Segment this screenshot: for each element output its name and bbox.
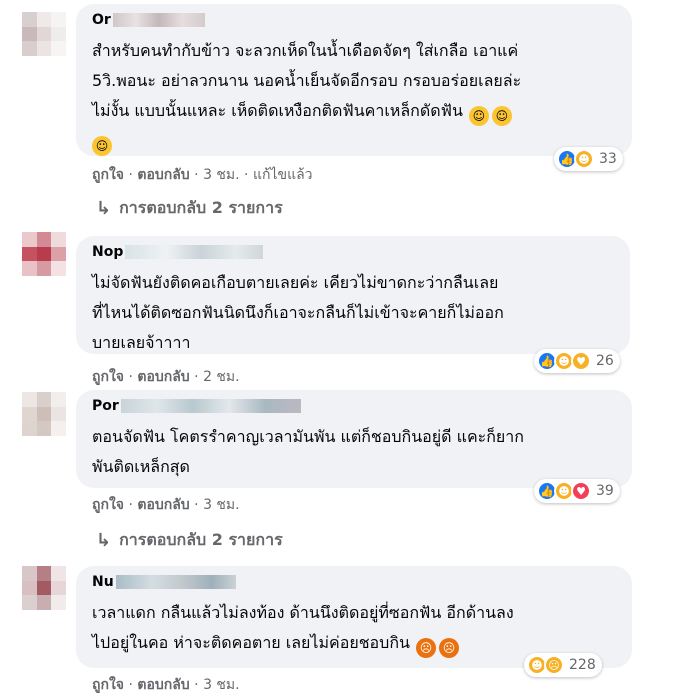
reply-arrow-icon: ↳	[96, 530, 112, 551]
avatar[interactable]	[22, 232, 66, 276]
blurred-name	[125, 245, 264, 259]
like-button[interactable]: ถูกใจ	[92, 369, 124, 385]
commenter-name[interactable]: Nu	[92, 574, 236, 590]
comment-bubble: Por ตอนจัดฟัน โคตรรำคาญเวลามันพัน แต่ก็ช…	[76, 390, 632, 488]
avatar[interactable]	[22, 392, 66, 436]
timestamp[interactable]: 3 ชม.	[203, 677, 240, 693]
comment-actions: ถูกใจ · ตอบกลับ · 3 ชม.	[92, 497, 240, 513]
comment-text: ไม่จัดฟันยังติดคอเกือบตายเลยค่ะ เคียวไม่…	[92, 273, 504, 352]
reply-button[interactable]: ตอบกลับ	[137, 677, 189, 693]
grinning-face-emoji: ☺	[491, 106, 512, 126]
reply-button[interactable]: ตอบกลับ	[137, 167, 189, 183]
commenter-name[interactable]: Por	[92, 398, 301, 414]
reaction-count: 39	[596, 483, 614, 499]
grinning-face-emoji: ☺	[468, 106, 489, 126]
reply-button[interactable]: ตอบกลับ	[137, 497, 189, 513]
blurred-name	[115, 575, 236, 589]
reaction-summary[interactable]: ☻ ☹ 228	[524, 653, 602, 677]
angry-face-emoji: ☹	[415, 638, 436, 658]
edited-label: แก้ไขแล้ว	[252, 167, 313, 183]
love-reaction-icon: ♥	[571, 481, 591, 501]
reaction-count: 228	[569, 657, 596, 673]
comment-text: สำหรับคนทำกับข้าว จะลวกเห็ดในน้ำเดือดจัด…	[92, 36, 521, 156]
comment-bubble: Or สำหรับคนทำกับข้าว จะลวกเห็ดในน้ำเดือด…	[76, 4, 632, 156]
blurred-name	[120, 399, 301, 413]
grinning-sweat-emoji: ☺	[92, 136, 112, 156]
timestamp[interactable]: 3 ชม.	[203, 497, 240, 513]
comment-text: เวลาแดก กลืนแล้วไม่ลงท้อง ด้านนึงติดอยู่…	[92, 598, 514, 658]
view-replies-link[interactable]: ↳ การตอบกลับ 2 รายการ	[96, 528, 283, 553]
like-button[interactable]: ถูกใจ	[92, 497, 124, 513]
commenter-name[interactable]: Or	[92, 12, 205, 28]
like-button[interactable]: ถูกใจ	[92, 167, 124, 183]
comment-bubble: Nop ไม่จัดฟันยังติดคอเกือบตายเลยค่ะ เคีย…	[76, 236, 630, 354]
care-reaction-icon: ♥	[571, 351, 591, 371]
reaction-summary[interactable]: 👍 ☻ ♥ 39	[534, 479, 620, 503]
view-replies-link[interactable]: ↳ การตอบกลับ 2 รายการ	[96, 196, 283, 221]
blurred-name	[112, 13, 205, 27]
commenter-name[interactable]: Nop	[92, 244, 264, 260]
avatar[interactable]	[22, 566, 66, 610]
reaction-summary[interactable]: 👍 ☻ ♥ 26	[534, 349, 620, 373]
comment-actions: ถูกใจ · ตอบกลับ · 3 ชม. · แก้ไขแล้ว	[92, 167, 313, 183]
like-button[interactable]: ถูกใจ	[92, 677, 124, 693]
reaction-summary[interactable]: 👍 ☻ 33	[554, 147, 623, 171]
reaction-count: 26	[596, 353, 614, 369]
avatar[interactable]	[22, 12, 66, 56]
reply-button[interactable]: ตอบกลับ	[137, 369, 189, 385]
timestamp[interactable]: 3 ชม.	[203, 167, 240, 183]
sad-reaction-icon: ☹	[544, 655, 564, 675]
haha-reaction-icon: ☻	[574, 149, 594, 169]
reaction-count: 33	[599, 151, 617, 167]
comment-actions: ถูกใจ · ตอบกลับ · 2 ชม.	[92, 369, 240, 385]
angry-face-emoji: ☹	[438, 638, 459, 658]
comment-text: ตอนจัดฟัน โคตรรำคาญเวลามันพัน แต่ก็ชอบกิ…	[92, 427, 524, 476]
reply-arrow-icon: ↳	[96, 198, 112, 219]
timestamp[interactable]: 2 ชม.	[203, 369, 240, 385]
